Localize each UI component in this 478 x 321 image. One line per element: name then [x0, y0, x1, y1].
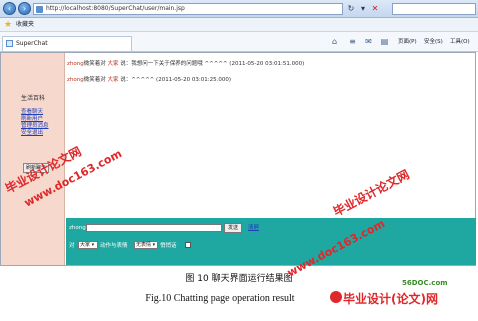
- url-input[interactable]: http://localhost:8080/SuperChat/user/mai…: [33, 3, 343, 15]
- address-bar: ‹ › http://localhost:8080/SuperChat/user…: [0, 0, 478, 18]
- favorites-button[interactable]: 收藏夹: [16, 21, 34, 29]
- print-icon[interactable]: ▤: [380, 37, 389, 46]
- message-time: (2011-05-20 03:01:25.000): [156, 77, 231, 83]
- brand-watermark: 毕业设计(论文)网: [343, 292, 438, 306]
- tab-superchat[interactable]: SuperChat: [2, 36, 132, 51]
- star-icon[interactable]: ★: [4, 20, 12, 30]
- tab-bar: SuperChat ⌂ ≡ ✉ ▤ 页面(P) 安全(S) 工具(O): [0, 32, 478, 52]
- page-icon: [36, 6, 43, 13]
- current-user-label: zhong:: [69, 225, 88, 231]
- message-text: 说：^^^^^: [120, 77, 155, 83]
- sidebar-link-logout[interactable]: 安全退出: [21, 130, 43, 137]
- recipient-select[interactable]: 大家 ▾: [78, 241, 98, 249]
- search-input[interactable]: [392, 3, 476, 15]
- stop-icon[interactable]: ✕: [370, 4, 380, 14]
- back-icon[interactable]: ‹: [3, 2, 16, 15]
- action-label: 动作与表情: [100, 243, 128, 249]
- emotion-select[interactable]: 无表情 ▾: [134, 241, 158, 249]
- dropdown-icon[interactable]: ▾: [358, 4, 368, 14]
- mail-icon[interactable]: ✉: [364, 37, 373, 46]
- message-text: 说：我想问一下关于保养的问题哦 ^^^^^: [120, 61, 228, 67]
- clear-link[interactable]: 清屏: [248, 224, 259, 232]
- chat-log: zhong微笑着对 大家 说：我想问一下关于保养的问题哦 ^^^^^ (2011…: [67, 57, 467, 217]
- page-menu[interactable]: 页面(P): [398, 38, 417, 46]
- recipient-value: 大家: [80, 242, 91, 248]
- input-bar: zhong: 发送 清屏 对 大家 ▾ 动作与表情 无表情 ▾ 悄悄话: [66, 218, 476, 265]
- send-button[interactable]: 发送: [224, 223, 242, 233]
- home-icon[interactable]: ⌂: [330, 37, 339, 46]
- to-label: 对: [69, 243, 75, 249]
- sidebar-link-admin-messages[interactable]: 管理员消息: [21, 123, 49, 130]
- forward-icon[interactable]: ›: [18, 2, 31, 15]
- whisper-checkbox[interactable]: [185, 242, 191, 248]
- safety-menu[interactable]: 安全(S): [424, 38, 443, 46]
- favorites-bar: ★ 收藏夹: [0, 18, 478, 32]
- sidebar-title: 生活百科: [21, 95, 46, 102]
- tab-title: SuperChat: [16, 40, 48, 47]
- emotion-value: 无表情: [136, 242, 152, 248]
- chat-message: zhong微笑着对 大家 说：^^^^^ (2011-05-20 03:01:2…: [67, 77, 231, 84]
- chat-message: zhong微笑着对 大家 说：我想问一下关于保养的问题哦 ^^^^^ (2011…: [67, 61, 304, 68]
- message-sender: zhong: [67, 61, 84, 67]
- url-text: http://localhost:8080/SuperChat/user/mai…: [46, 5, 185, 12]
- message-time: (2011-05-20 03:01:51.000): [229, 61, 305, 67]
- site-logo: 56DOC.com: [402, 279, 448, 287]
- message-verb: 微笑着对: [83, 77, 106, 83]
- sidebar-link-refresh-users[interactable]: 刷新用户: [21, 116, 43, 123]
- brand-logo-icon: [330, 291, 342, 303]
- sidebar-link-view-chat[interactable]: 查看聊天: [21, 109, 43, 116]
- refresh-icon[interactable]: ↻: [346, 4, 356, 14]
- feeds-icon[interactable]: ≡: [348, 37, 357, 46]
- whisper-label: 悄悄话: [160, 243, 177, 249]
- message-sender: zhong: [67, 77, 84, 83]
- tools-menu[interactable]: 工具(O): [450, 38, 470, 46]
- message-input[interactable]: [86, 224, 222, 232]
- message-verb: 微笑着对: [83, 61, 106, 67]
- page-icon: [6, 40, 13, 47]
- message-target: 大家: [107, 61, 119, 67]
- message-target: 大家: [107, 77, 119, 83]
